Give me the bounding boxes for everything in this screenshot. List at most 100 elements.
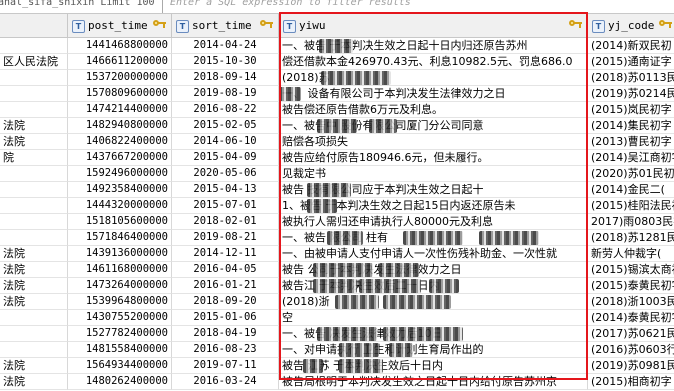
table-row[interactable]: 1444320000000 2015-07-01 1、被告 于本判决生效之日起15日…: [0, 198, 674, 214]
cell-post-time[interactable]: 1473264000000: [68, 278, 172, 294]
table-row[interactable]: 1537200000000 2018-09-14 (2018)苏 (2018)苏011…: [0, 70, 674, 86]
cell-yj-code[interactable]: (2015)锡滨太商初: [588, 262, 674, 278]
cell-yiwu[interactable]: (2018)苏: [279, 70, 588, 86]
cell-yj-code[interactable]: (2018)苏0113民初: [588, 70, 674, 86]
cell-post-time[interactable]: 1441468800000: [68, 38, 172, 54]
cell-sort-time[interactable]: 2016-04-05: [172, 262, 279, 278]
table-row[interactable]: 法院 1539964800000 2018-09-20 (2018)浙 (2018)浙1…: [0, 294, 674, 310]
cell-court[interactable]: 法院: [0, 358, 68, 374]
cell-yiwu[interactable]: 一、被告 于本判决生效之日起十日内归还原告苏州: [279, 38, 588, 54]
cell-post-time[interactable]: 1481558400000: [68, 342, 172, 358]
cell-sort-time[interactable]: 2019-07-11: [172, 358, 279, 374]
cell-yj-code[interactable]: (2014)吴江商初字: [588, 150, 674, 166]
cell-sort-time[interactable]: 2019-08-21: [172, 230, 279, 246]
cell-sort-time[interactable]: 2014-12-11: [172, 246, 279, 262]
column-header-yj-code[interactable]: Tyj_code: [588, 14, 674, 38]
cell-sort-time[interactable]: 2018-09-20: [172, 294, 279, 310]
cell-sort-time[interactable]: 2014-04-24: [172, 38, 279, 54]
cell-post-time[interactable]: 1564934400000: [68, 358, 172, 374]
table-row[interactable]: 1492358400000 2015-04-13 被告 技有限公司应于本判决生效之日…: [0, 182, 674, 198]
cell-yj-code[interactable]: (2019)苏0214民初: [588, 86, 674, 102]
cell-yj-code[interactable]: (2013)曹民初字: [588, 134, 674, 150]
cell-yiwu[interactable]: 1、被告 于本判决生效之日起15日内返还原告未: [279, 198, 588, 214]
cell-court[interactable]: [0, 38, 68, 54]
cell-yj-code[interactable]: (2017)苏0621民初: [588, 326, 674, 342]
cell-sort-time[interactable]: 2015-04-09: [172, 150, 279, 166]
cell-sort-time[interactable]: 2020-05-06: [172, 166, 279, 182]
cell-yiwu[interactable]: 一、对申请执行 卫生和计划生育局作出的: [279, 342, 588, 358]
sort-key-icon[interactable]: [153, 19, 167, 31]
cell-yj-code[interactable]: (2018)浙1003民: [588, 294, 674, 310]
table-row[interactable]: 法院14611680000002016-04-05被告 公司于本判决发生法律效力…: [0, 262, 674, 278]
table-row[interactable]: 1518105600000 2018-02-01 被执行人需归还申请执行人80000…: [0, 214, 674, 230]
cell-sort-time[interactable]: 2018-04-19: [172, 326, 279, 342]
table-row[interactable]: 法院 1480262400000 2016-03-24 被告局根明于本判决发生效之日起…: [0, 374, 674, 390]
cell-post-time[interactable]: 1539964800000: [68, 294, 172, 310]
cell-post-time[interactable]: 1466611200000: [68, 54, 172, 70]
table-row[interactable]: 1474214400000 2016-08-22 被告偿还原告借款6万元及利息。 (2…: [0, 102, 674, 118]
cell-yiwu[interactable]: 被告偿还原告借款6万元及利息。: [279, 102, 588, 118]
cell-court[interactable]: 法院: [0, 294, 68, 310]
cell-court[interactable]: [0, 102, 68, 118]
sort-key-icon[interactable]: [569, 19, 583, 31]
table-row[interactable]: 法院14732640000002016-01-21被告江 于本判决生效后二十日内…: [0, 278, 674, 294]
cell-yj-code[interactable]: (2014)新双民初: [588, 38, 674, 54]
cell-court[interactable]: 法院: [0, 374, 68, 390]
table-row[interactable]: 法院15649344000002019-07-11被告 江苏 于本判决生效后十日…: [0, 358, 674, 374]
sort-key-icon[interactable]: [260, 19, 274, 31]
cell-sort-time[interactable]: 2015-02-05: [172, 118, 279, 134]
cell-court[interactable]: 法院: [0, 262, 68, 278]
cell-yiwu[interactable]: 偿还借款本金426970.43元、利息10982.5元、罚息686.0: [279, 54, 588, 70]
cell-sort-time[interactable]: 2014-06-10: [172, 134, 279, 150]
table-row[interactable]: 法院 1406822400000 2014-06-10 赔偿各项损失 (2013)曹民初…: [0, 134, 674, 150]
cell-yj-code[interactable]: (2016)苏0603行审: [588, 342, 674, 358]
cell-yj-code[interactable]: (2019)苏0981民初: [588, 358, 674, 374]
column-header-yiwu[interactable]: Tyiwu: [279, 14, 588, 38]
cell-yiwu[interactable]: 被告江 于本判决生效后二十日内: [279, 278, 588, 294]
cell-post-time[interactable]: 1437667200000: [68, 150, 172, 166]
cell-post-time[interactable]: 1406822400000: [68, 134, 172, 150]
cell-yiwu[interactable]: 被告 江苏 于本判决生效后十日内: [279, 358, 588, 374]
cell-yiwu[interactable]: 一、被告 决发生法律效力后10日: [279, 326, 588, 342]
cell-yiwu[interactable]: (2018)浙: [279, 294, 588, 310]
cell-post-time[interactable]: 1461168000000: [68, 262, 172, 278]
table-row[interactable]: 15718464000002019-08-21一、被告 限公司 柱有(2018)…: [0, 230, 674, 246]
cell-post-time[interactable]: 1482940800000: [68, 118, 172, 134]
cell-yj-code[interactable]: (2015)桂阳法民初: [588, 198, 674, 214]
cell-post-time[interactable]: 1527782400000: [68, 326, 172, 342]
cell-sort-time[interactable]: 2018-02-01: [172, 214, 279, 230]
cell-yj-code[interactable]: 新劳人仲裁字(: [588, 246, 674, 262]
table-row[interactable]: 1430755200000 2015-01-06 空 (2014)泰黄民初字: [0, 310, 674, 326]
cell-court[interactable]: 法院: [0, 134, 68, 150]
column-header-court[interactable]: [0, 14, 68, 38]
cell-court[interactable]: [0, 326, 68, 342]
cell-post-time[interactable]: 1430755200000: [68, 310, 172, 326]
cell-yiwu[interactable]: 被执行人需归还申请执行人80000元及利息: [279, 214, 588, 230]
cell-court[interactable]: 法院: [0, 246, 68, 262]
cell-court[interactable]: [0, 214, 68, 230]
column-header-sort-time[interactable]: Tsort_time: [172, 14, 279, 38]
cell-sort-time[interactable]: 2016-08-23: [172, 342, 279, 358]
table-row[interactable]: 法院 1482940800000 2015-02-05 一、被告中 股份有限公司厦门分…: [0, 118, 674, 134]
table-row[interactable]: 区人民法院 1466611200000 2015-10-30 偿还借款本金426970…: [0, 54, 674, 70]
cell-court[interactable]: [0, 230, 68, 246]
table-row[interactable]: 1592496000000 2020-05-06 见裁定书 (2020)苏01民初: [0, 166, 674, 182]
column-header-post-time[interactable]: Tpost_time: [68, 14, 172, 38]
table-row[interactable]: 法院 1439136000000 2014-12-11 一、由被申请人支付申请人一次性…: [0, 246, 674, 262]
cell-yiwu[interactable]: 被告局根明于本判决发生效之日起十日内给付原告苏州京: [279, 374, 588, 390]
cell-sort-time[interactable]: 2016-03-24: [172, 374, 279, 390]
cell-yj-code[interactable]: (2020)苏01民初: [588, 166, 674, 182]
cell-sort-time[interactable]: 2019-08-19: [172, 86, 279, 102]
cell-yj-code[interactable]: (2014)泰黄民初字: [588, 310, 674, 326]
cell-sort-time[interactable]: 2015-07-01: [172, 198, 279, 214]
cell-post-time[interactable]: 1480262400000: [68, 374, 172, 390]
cell-yiwu[interactable]: 一、 设备有限公司于本判决发生法律效力之日: [279, 86, 588, 102]
cell-court[interactable]: [0, 70, 68, 86]
cell-post-time[interactable]: 1592496000000: [68, 166, 172, 182]
cell-yj-code[interactable]: (2018)苏1281民初: [588, 230, 674, 246]
cell-post-time[interactable]: 1570809600000: [68, 86, 172, 102]
sort-key-icon[interactable]: [659, 19, 673, 31]
cell-yiwu[interactable]: 见裁定书: [279, 166, 588, 182]
cell-yiwu[interactable]: 一、由被申请人支付申请人一次性伤残补助金、一次性就: [279, 246, 588, 262]
cell-yj-code[interactable]: 2017)雨0803民初: [588, 214, 674, 230]
